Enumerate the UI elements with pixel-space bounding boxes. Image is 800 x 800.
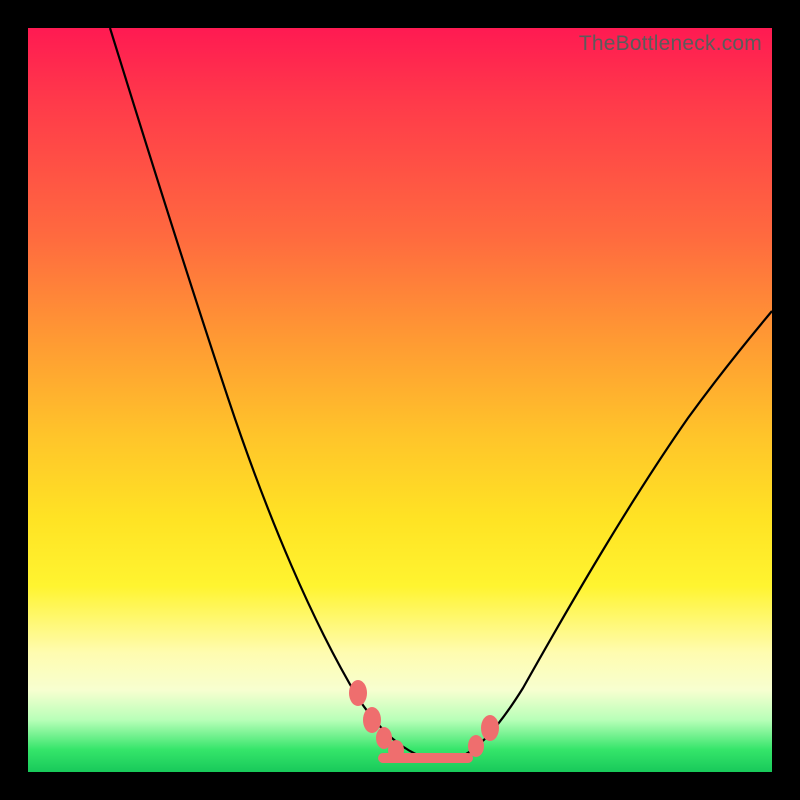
marker-dot bbox=[349, 680, 367, 706]
left-curve bbox=[110, 28, 426, 758]
right-curve bbox=[458, 311, 772, 758]
marker-dot bbox=[363, 707, 381, 733]
curves-svg bbox=[28, 28, 772, 772]
plot-area: TheBottleneck.com bbox=[28, 28, 772, 772]
marker-dot bbox=[388, 740, 404, 760]
chart-frame: TheBottleneck.com bbox=[0, 0, 800, 800]
marker-dot bbox=[468, 735, 484, 757]
marker-dot bbox=[481, 715, 499, 741]
